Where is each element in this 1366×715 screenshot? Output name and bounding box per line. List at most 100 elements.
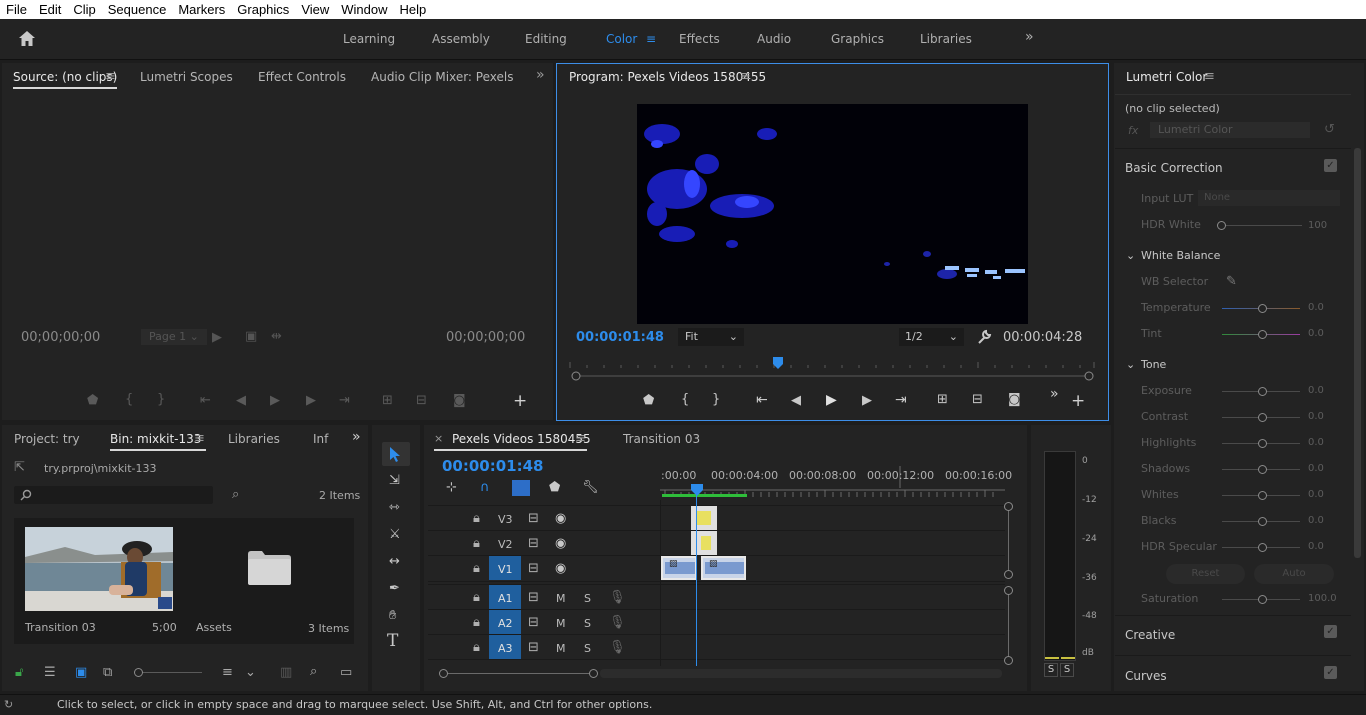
program-menu-icon[interactable]: ≡: [740, 70, 751, 84]
program-goto-out-icon[interactable]: ⇥: [895, 393, 907, 407]
source-overwrite-icon[interactable]: ⊟: [416, 394, 427, 408]
menu-clip[interactable]: Clip: [67, 2, 101, 17]
sequence-menu-icon[interactable]: ≡: [575, 432, 586, 446]
audio-scroll-knob-bottom[interactable]: [1004, 656, 1013, 665]
temperature-value[interactable]: 0.0: [1308, 302, 1324, 313]
razor-tool-icon[interactable]: ⚔︎: [389, 528, 401, 542]
tab-audio-clip-mixer[interactable]: Audio Clip Mixer: Pexels Vide: [371, 70, 513, 84]
source-goto-out-icon[interactable]: ⇥: [339, 394, 350, 408]
a1-sync-lock-icon[interactable]: ⊟: [528, 591, 539, 605]
program-title[interactable]: Program: Pexels Videos 1580455: [569, 70, 766, 84]
temperature-slider[interactable]: [1222, 304, 1300, 313]
sort-icon[interactable]: ≡: [222, 666, 233, 680]
timeline-playhead-timecode[interactable]: 00:00:01:48: [442, 457, 544, 475]
workspace-tab-audio[interactable]: Audio: [757, 32, 791, 46]
program-step-back-icon[interactable]: ◀: [791, 394, 801, 408]
bin-folder-name[interactable]: Assets: [196, 621, 232, 634]
contrast-slider[interactable]: [1222, 413, 1300, 422]
folder-icon[interactable]: [248, 551, 291, 585]
curves-checkbox[interactable]: ✓: [1324, 666, 1337, 679]
bin-item-name[interactable]: Transition 03: [25, 621, 96, 634]
menu-file[interactable]: File: [0, 2, 33, 17]
workspace-tab-libraries[interactable]: Libraries: [920, 32, 972, 46]
tab-project[interactable]: Project: try: [14, 432, 80, 446]
a3-lock-icon[interactable]: 🔒︎: [473, 641, 480, 655]
program-playhead-timecode[interactable]: 00:00:01:48: [576, 330, 664, 345]
highlights-value[interactable]: 0.0: [1308, 437, 1324, 448]
a3-mic-icon[interactable]: 🎙︎: [609, 641, 626, 655]
exposure-value[interactable]: 0.0: [1308, 385, 1324, 396]
tab-lumetri-scopes[interactable]: Lumetri Scopes: [140, 70, 233, 84]
workspace-menu-icon[interactable]: ≡: [646, 32, 656, 46]
eyedropper-icon[interactable]: ✎: [1226, 275, 1237, 289]
transition-03-thumbnail[interactable]: [25, 527, 173, 611]
v2-sync-lock-icon[interactable]: ⊟: [528, 537, 539, 551]
blacks-slider[interactable]: [1222, 517, 1300, 526]
program-extract-icon[interactable]: ⊟: [972, 393, 983, 407]
pen-tool-icon[interactable]: ✒︎: [389, 582, 400, 596]
hdr-specular-slider[interactable]: [1222, 543, 1300, 552]
type-tool-icon[interactable]: T: [387, 633, 398, 650]
source-insert-icon[interactable]: ⊞: [382, 394, 393, 408]
source-camera-icon[interactable]: ◙: [453, 394, 466, 408]
tint-value[interactable]: 0.0: [1308, 328, 1324, 339]
source-mark-in-icon[interactable]: {: [125, 393, 133, 407]
lumetri-title[interactable]: Lumetri Color: [1126, 70, 1207, 84]
program-fit-select[interactable]: Fit ⌄: [678, 328, 744, 346]
track-label-a3[interactable]: A3: [498, 642, 513, 655]
add-marker-icon[interactable]: ⬟: [549, 481, 560, 495]
meter-solo-left[interactable]: S: [1044, 663, 1058, 677]
menu-graphics[interactable]: Graphics: [231, 2, 295, 17]
a2-solo-button[interactable]: S: [584, 617, 591, 630]
a1-mic-icon[interactable]: 🎙︎: [609, 591, 626, 605]
program-video-frame[interactable]: [637, 104, 1028, 324]
lumetri-effect-select[interactable]: Lumetri Color: [1150, 122, 1310, 138]
source-overflow-icon[interactable]: »: [536, 68, 545, 82]
whites-value[interactable]: 0.0: [1308, 489, 1324, 500]
v1-lock-icon[interactable]: 🔒︎: [473, 562, 480, 576]
selection-tool-icon[interactable]: [389, 446, 403, 463]
workspace-tab-effects[interactable]: Effects: [679, 32, 720, 46]
lumetri-menu-icon[interactable]: ≡: [1204, 70, 1215, 84]
source-play-icon[interactable]: ▶: [270, 394, 280, 408]
v1-sync-lock-icon[interactable]: ⊟: [528, 562, 539, 576]
program-resolution-select[interactable]: 1/2 ⌄: [899, 328, 964, 346]
shadows-value[interactable]: 0.0: [1308, 463, 1324, 474]
bin-search-input[interactable]: [14, 486, 213, 504]
blacks-value[interactable]: 0.0: [1308, 515, 1324, 526]
tab-source[interactable]: Source: (no clips): [13, 70, 117, 84]
source-marker-icon[interactable]: ⬟: [87, 394, 98, 408]
a1-lock-icon[interactable]: 🔒︎: [473, 591, 480, 605]
nest-icon[interactable]: ⊹: [446, 481, 457, 495]
clip-v1-b[interactable]: ▨: [701, 556, 746, 580]
bin-menu-icon[interactable]: ≡: [194, 432, 205, 446]
menu-edit[interactable]: Edit: [33, 2, 67, 17]
track-select-tool-icon[interactable]: ⇲: [389, 474, 400, 488]
track-label-v1[interactable]: V1: [498, 563, 513, 576]
menu-markers[interactable]: Markers: [172, 2, 231, 17]
zoom-slider[interactable]: [134, 668, 202, 677]
menu-help[interactable]: Help: [394, 2, 433, 17]
find-icon[interactable]: ⌕: [310, 665, 317, 679]
source-mark-out-icon[interactable]: }: [157, 393, 165, 407]
workspace-tab-color[interactable]: Color: [606, 32, 637, 46]
curves-header[interactable]: Curves: [1125, 669, 1167, 683]
source-page-select[interactable]: Page 1 ⌄: [141, 329, 207, 345]
ripple-edit-tool-icon[interactable]: ⇿: [389, 501, 400, 515]
a1-solo-button[interactable]: S: [584, 592, 591, 605]
close-sequence-icon[interactable]: ×: [434, 432, 443, 446]
track-label-v3[interactable]: V3: [498, 513, 513, 526]
program-export-frame-icon[interactable]: ◙: [1008, 393, 1021, 407]
program-play-icon[interactable]: ▶: [826, 393, 837, 407]
v3-sync-lock-icon[interactable]: ⊟: [528, 512, 539, 526]
contrast-value[interactable]: 0.0: [1308, 411, 1324, 422]
clip-v3[interactable]: [691, 506, 717, 530]
slip-tool-icon[interactable]: ↔: [389, 555, 400, 569]
source-page-next-icon[interactable]: ▶: [212, 331, 222, 345]
tab-sequence-pexels[interactable]: Pexels Videos 1580455: [452, 432, 591, 446]
tab-libraries[interactable]: Libraries: [228, 432, 280, 446]
icon-view-icon[interactable]: ▣: [75, 666, 87, 680]
saturation-value[interactable]: 100.0: [1308, 593, 1337, 604]
shadows-slider[interactable]: [1222, 465, 1300, 474]
program-lift-icon[interactable]: ⊞: [937, 393, 948, 407]
